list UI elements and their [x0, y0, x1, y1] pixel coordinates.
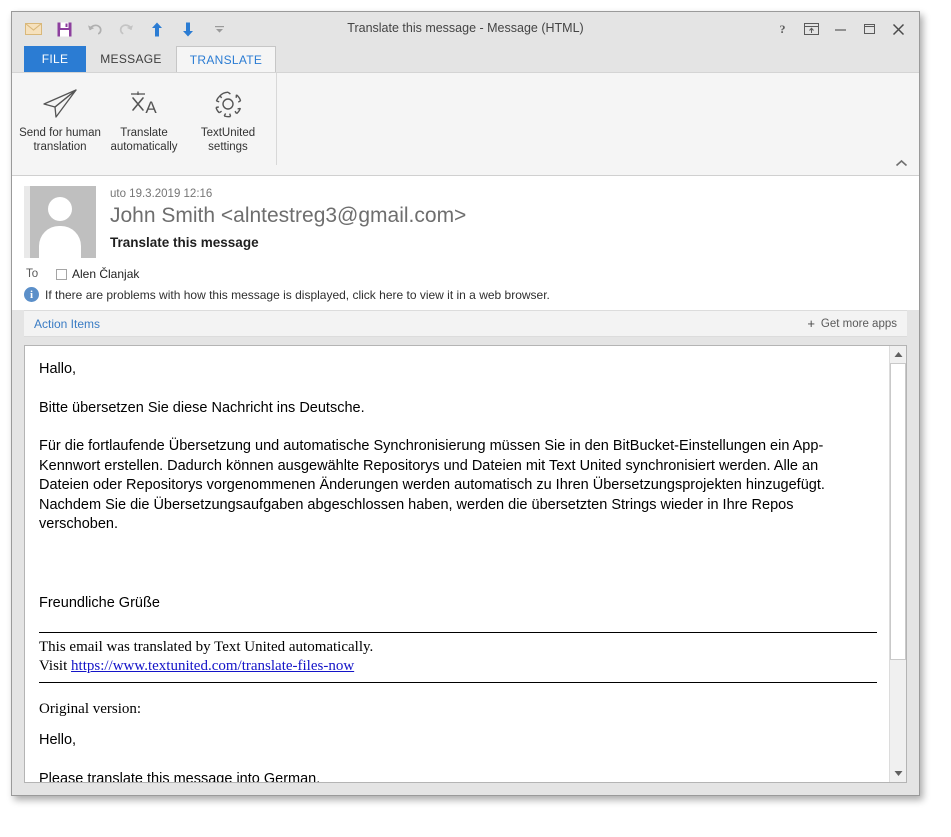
title-bar: Translate this message - Message (HTML) … — [12, 12, 919, 46]
info-bar-text: If there are problems with how this mess… — [45, 287, 550, 302]
signature-spacer — [39, 554, 871, 594]
redo-icon[interactable] — [117, 20, 135, 38]
message-header: uto 19.3.2019 12:16 John Smith <alntestr… — [12, 176, 919, 281]
svg-text:A: A — [145, 98, 157, 117]
original-greeting: Hello, — [39, 732, 77, 748]
send-for-human-translation-button[interactable]: Send for human translation — [18, 79, 102, 154]
scrollbar-track[interactable] — [890, 363, 906, 765]
textunited-settings-button[interactable]: TextUnited settings — [186, 79, 270, 154]
translate-automatically-label: Translate automatically — [102, 126, 186, 154]
rb1-line1: Translate — [120, 127, 168, 139]
rb0-line2: translation — [33, 141, 87, 153]
maximize-button[interactable] — [855, 14, 884, 44]
original-version-label: Original version: — [39, 701, 142, 717]
info-icon: i — [24, 287, 39, 302]
plus-icon: + — [807, 316, 815, 331]
recipient-row: To Alen Članjak — [26, 267, 907, 281]
scrollbar-thumb[interactable] — [890, 363, 906, 661]
minimize-button[interactable] — [826, 14, 855, 44]
original-spacer-2 — [39, 719, 871, 731]
sender-details: uto 19.3.2019 12:16 John Smith <alntestr… — [110, 186, 466, 250]
close-button[interactable] — [884, 14, 913, 44]
body-request: Bitte übersetzen Sie diese Nachricht ins… — [39, 399, 365, 416]
avatar-body-shape — [39, 226, 81, 258]
tab-message[interactable]: MESSAGE — [86, 46, 176, 72]
message-body[interactable]: Hallo, Bitte übersetzen Sie diese Nachri… — [25, 346, 889, 782]
app-bar: Action Items + Get more apps — [24, 310, 907, 337]
message-body-scrollbar[interactable] — [889, 346, 906, 782]
svg-text:?: ? — [780, 22, 786, 36]
rb2-line2: settings — [208, 141, 248, 153]
ribbon-group-textunited: Send for human translation A Translate a… — [12, 73, 277, 165]
tab-file[interactable]: FILE — [24, 46, 86, 72]
rb1-line2: automatically — [110, 141, 178, 153]
get-more-apps-label: Get more apps — [820, 317, 897, 330]
avatar[interactable] — [24, 186, 96, 258]
ribbon-display-options-button[interactable] — [797, 14, 826, 44]
action-items-link[interactable]: Action Items — [34, 317, 100, 331]
footer-divider-top — [39, 632, 877, 633]
body-paragraph: Für die fortlaufende Übersetzung und aut… — [39, 438, 825, 532]
collapse-ribbon-icon[interactable] — [893, 155, 909, 171]
footer-divider-bottom — [39, 682, 877, 683]
body-closing: Freundliche Grüße — [39, 594, 160, 611]
reading-pane: Hallo, Bitte übersetzen Sie diese Nachri… — [24, 345, 907, 783]
help-button[interactable]: ? — [768, 14, 797, 44]
outlook-message-window: Translate this message - Message (HTML) … — [11, 11, 920, 796]
next-item-icon[interactable] — [179, 20, 197, 38]
recipient-name[interactable]: Alen Članjak — [72, 267, 139, 281]
sender-row: uto 19.3.2019 12:16 John Smith <alntestr… — [24, 186, 907, 258]
textunited-settings-label: TextUnited settings — [186, 126, 270, 154]
get-more-apps-button[interactable]: + Get more apps — [807, 317, 897, 330]
send-plane-icon — [41, 85, 79, 123]
message-subject: Translate this message — [110, 235, 259, 250]
send-for-human-translation-label: Send for human translation — [18, 126, 102, 154]
customize-quick-access-icon[interactable] — [210, 20, 228, 38]
to-label: To — [26, 268, 39, 280]
ribbon-tabs: FILE MESSAGE TRANSLATE — [12, 46, 919, 72]
translate-icon: A — [126, 85, 162, 123]
save-icon[interactable] — [55, 20, 73, 38]
ribbon: Send for human translation A Translate a… — [12, 72, 919, 176]
info-bar[interactable]: i If there are problems with how this me… — [12, 281, 919, 310]
previous-item-icon[interactable] — [148, 20, 166, 38]
footer-line-2: Visit https://www.textunited.com/transla… — [39, 657, 871, 676]
presence-indicator-icon — [56, 268, 67, 280]
quick-access-toolbar — [24, 12, 228, 46]
textunited-link[interactable]: https://www.textunited.com/translate-fil… — [71, 658, 354, 674]
body-greeting: Hallo, — [39, 361, 77, 377]
window-controls: ? — [768, 12, 913, 46]
original-request: Please translate this message into Germa… — [39, 770, 321, 783]
translate-automatically-button[interactable]: A Translate automatically — [102, 79, 186, 154]
message-date: uto 19.3.2019 12:16 — [110, 188, 213, 200]
footer-visit-prefix: Visit — [39, 658, 72, 674]
scroll-down-icon[interactable] — [890, 765, 906, 782]
footer-line-1: This email was translated by Text United… — [39, 639, 374, 655]
gear-icon — [211, 85, 245, 123]
original-spacer — [39, 688, 871, 700]
rb2-line1: TextUnited — [200, 127, 256, 139]
envelope-icon[interactable] — [24, 20, 42, 38]
undo-icon[interactable] — [86, 20, 104, 38]
rb0-line1: Send for human — [19, 127, 101, 139]
sender-name-and-address[interactable]: John Smith <alntestreg3@gmail.com> — [110, 202, 466, 229]
scroll-up-icon[interactable] — [890, 346, 906, 363]
tab-translate[interactable]: TRANSLATE — [176, 46, 276, 72]
avatar-head-shape — [48, 197, 72, 221]
